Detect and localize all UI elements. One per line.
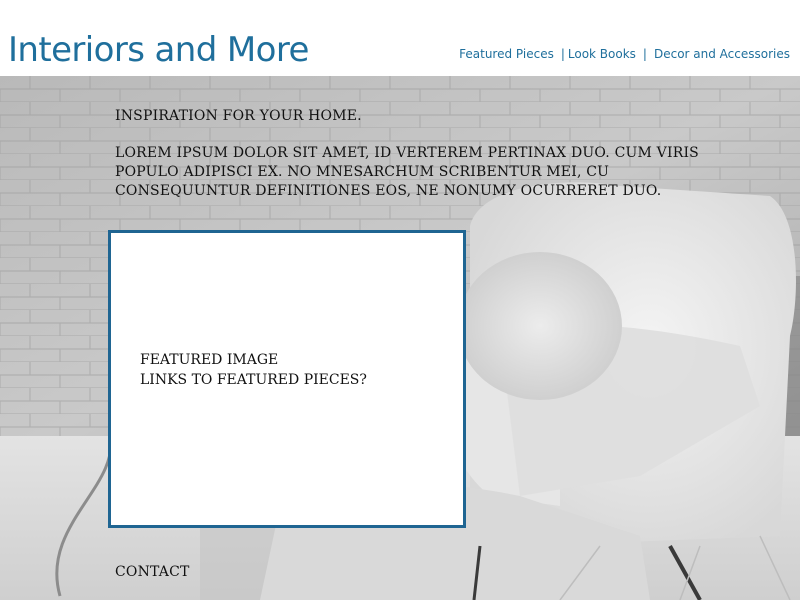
nav-link-decor-and-accessories[interactable]: Decor and Accessories [654, 47, 790, 61]
site-title[interactable]: Interiors and More [8, 27, 309, 73]
main-nav: Featured Pieces | Look Books | Decor and… [459, 47, 790, 61]
featured-text: Featured image Links to featured pieces? [140, 350, 367, 390]
featured-line-2: Links to featured pieces? [140, 372, 367, 388]
nav-separator: | [560, 47, 565, 61]
nav-link-look-books[interactable]: Look Books [568, 47, 636, 61]
site-header: Interiors and More Featured Pieces | Loo… [0, 0, 800, 76]
nav-separator: | [642, 47, 647, 61]
featured-image-placeholder[interactable]: Featured image Links to featured pieces? [108, 230, 466, 528]
featured-line-1: Featured image [140, 352, 279, 368]
page: Interiors and More Featured Pieces | Loo… [0, 0, 800, 600]
contact-link[interactable]: Contact [115, 562, 190, 582]
tagline: Inspiration for your home. [115, 108, 362, 124]
nav-link-featured-pieces[interactable]: Featured Pieces [459, 47, 554, 61]
intro-paragraph: Lorem ipsum dolor sit amet, id verterem … [115, 145, 699, 199]
